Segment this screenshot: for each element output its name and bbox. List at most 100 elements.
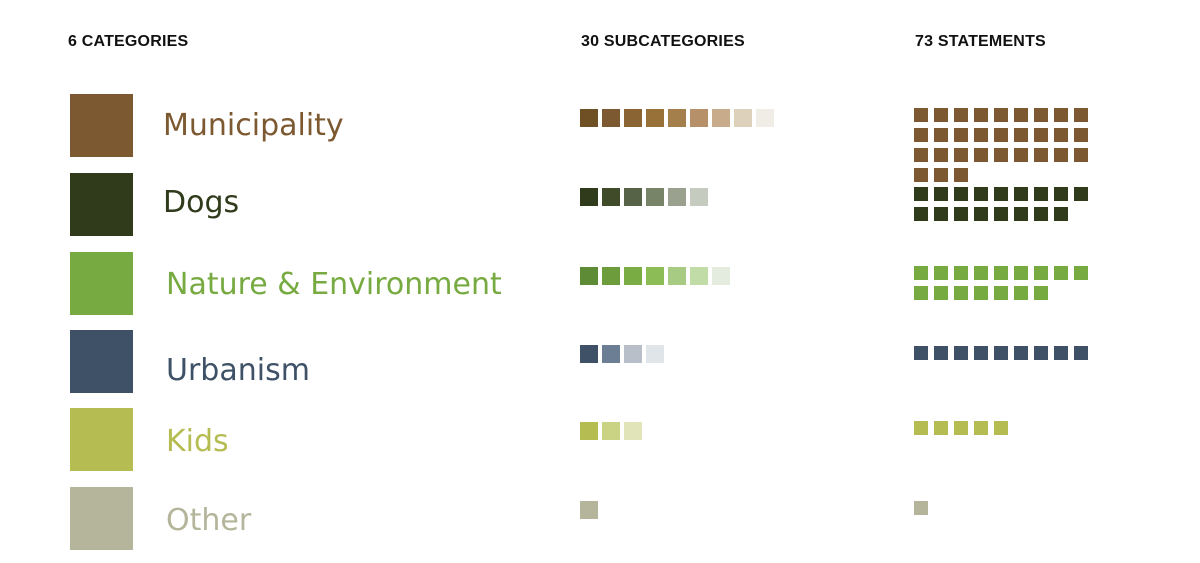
statement-square xyxy=(974,421,988,435)
statement-square xyxy=(914,187,928,201)
statement-square xyxy=(1014,207,1028,221)
statement-square xyxy=(934,108,948,122)
statement-square xyxy=(914,346,928,360)
statement-square xyxy=(1014,128,1028,142)
subcategory-square xyxy=(646,109,664,127)
statement-square xyxy=(994,421,1008,435)
statement-square xyxy=(954,266,968,280)
statement-square xyxy=(1034,148,1048,162)
statement-square xyxy=(1074,148,1088,162)
statement-square xyxy=(934,286,948,300)
statement-square xyxy=(974,187,988,201)
subcategory-squares xyxy=(580,109,774,127)
subcategory-square xyxy=(624,345,642,363)
statement-square xyxy=(914,286,928,300)
category-swatch xyxy=(70,94,133,157)
statement-square xyxy=(1054,346,1068,360)
subcategory-square xyxy=(690,188,708,206)
statement-square xyxy=(994,148,1008,162)
statement-square xyxy=(1074,108,1088,122)
statement-square xyxy=(954,128,968,142)
statement-square xyxy=(974,346,988,360)
subcategory-square xyxy=(624,109,642,127)
statement-square xyxy=(934,187,948,201)
subcategory-square xyxy=(580,188,598,206)
statement-square xyxy=(1054,207,1068,221)
statement-squares xyxy=(914,187,1090,221)
subcategory-square xyxy=(580,109,598,127)
category-label: Kids xyxy=(166,424,229,459)
category-row-municipality: Municipality xyxy=(0,94,1200,182)
statement-squares xyxy=(914,266,1090,300)
subcategories-header: 30 SUBCATEGORIES xyxy=(581,33,745,50)
statement-square xyxy=(954,148,968,162)
statement-square xyxy=(954,207,968,221)
statement-square xyxy=(954,108,968,122)
statement-squares xyxy=(914,346,1090,360)
statement-square xyxy=(1074,187,1088,201)
statement-square xyxy=(994,286,1008,300)
statement-square xyxy=(1074,346,1088,360)
subcategory-square xyxy=(712,267,730,285)
statement-square xyxy=(934,128,948,142)
statement-square xyxy=(1014,108,1028,122)
statement-square xyxy=(1014,266,1028,280)
statement-square xyxy=(1074,266,1088,280)
categories-header: 6 CATEGORIES xyxy=(68,33,189,50)
statement-square xyxy=(994,266,1008,280)
statements-header: 73 STATEMENTS xyxy=(915,33,1046,50)
subcategory-square xyxy=(624,267,642,285)
statement-square xyxy=(914,501,928,515)
statement-square xyxy=(1034,128,1048,142)
subcategory-square xyxy=(602,422,620,440)
subcategory-squares xyxy=(580,267,730,285)
statement-square xyxy=(1054,266,1068,280)
category-label: Dogs xyxy=(163,185,240,220)
subcategory-square xyxy=(602,109,620,127)
subcategory-squares xyxy=(580,501,598,519)
category-label: Other xyxy=(166,503,252,538)
subcategory-square xyxy=(668,188,686,206)
statement-square xyxy=(1014,346,1028,360)
statement-square xyxy=(974,108,988,122)
statement-square xyxy=(934,266,948,280)
statement-square xyxy=(1074,128,1088,142)
statement-squares xyxy=(914,501,1090,515)
statement-square xyxy=(1034,346,1048,360)
category-swatch xyxy=(70,487,133,550)
statement-square xyxy=(1034,187,1048,201)
subcategory-square xyxy=(668,109,686,127)
category-row-dogs: Dogs xyxy=(0,173,1200,237)
statement-square xyxy=(914,266,928,280)
statement-square xyxy=(994,128,1008,142)
statement-square xyxy=(934,148,948,162)
subcategory-squares xyxy=(580,345,664,363)
subcategory-square xyxy=(690,109,708,127)
category-row-urbanism: Urbanism xyxy=(0,330,1200,394)
statement-square xyxy=(954,421,968,435)
category-row-kids: Kids xyxy=(0,408,1200,472)
subcategory-square xyxy=(624,422,642,440)
subcategory-squares xyxy=(580,188,708,206)
subcategory-square xyxy=(580,267,598,285)
statement-square xyxy=(934,346,948,360)
category-row-nature-environment: Nature & Environment xyxy=(0,252,1200,316)
subcategory-square xyxy=(624,188,642,206)
subcategory-square xyxy=(646,267,664,285)
category-swatch xyxy=(70,330,133,393)
statement-square xyxy=(1034,207,1048,221)
statement-square xyxy=(1054,128,1068,142)
subcategory-square xyxy=(580,501,598,519)
statement-square xyxy=(994,346,1008,360)
subcategory-square xyxy=(646,188,664,206)
statement-square xyxy=(1054,187,1068,201)
statement-square xyxy=(954,286,968,300)
subcategory-square xyxy=(712,109,730,127)
category-label: Urbanism xyxy=(166,353,310,388)
subcategory-square xyxy=(602,345,620,363)
statement-squares xyxy=(914,421,1090,435)
category-swatch xyxy=(70,408,133,471)
statement-square xyxy=(1014,286,1028,300)
subcategory-square xyxy=(580,345,598,363)
category-swatch xyxy=(70,252,133,315)
